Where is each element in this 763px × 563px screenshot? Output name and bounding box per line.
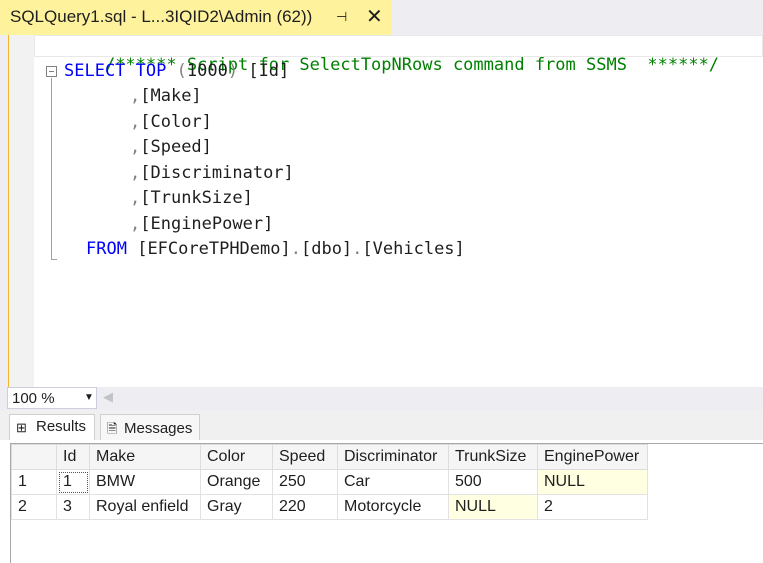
cell-id[interactable]: 3 bbox=[56, 494, 90, 520]
zoom-value: 100 % bbox=[12, 390, 55, 407]
editor-left-margin bbox=[0, 35, 8, 387]
fold-guide bbox=[51, 78, 52, 260]
code-line-column: ,[TrunkSize] bbox=[130, 188, 253, 208]
cell-enginepower[interactable]: NULL bbox=[537, 469, 648, 495]
keyword-top: TOP bbox=[135, 61, 167, 81]
editor-gutter bbox=[9, 35, 34, 387]
grid-icon: ⊞ bbox=[16, 420, 27, 435]
document-tab-bar: SQLQuery1.sql - L...3IQID2\Admin (62)) ⊣… bbox=[0, 0, 763, 35]
table-name: [Vehicles] bbox=[362, 239, 465, 259]
query-tab-title[interactable]: SQLQuery1.sql - L...3IQID2\Admin (62)) bbox=[10, 7, 312, 27]
cell-trunksize[interactable]: 500 bbox=[448, 469, 538, 495]
dot: . bbox=[352, 239, 363, 259]
cell-make[interactable]: BMW bbox=[89, 469, 201, 495]
code-line-column: ,[Speed] bbox=[130, 137, 212, 157]
paren-open: ( bbox=[176, 61, 187, 81]
column-name: [Color] bbox=[140, 112, 212, 132]
comma: , bbox=[130, 112, 141, 132]
tab-messages[interactable]: 🗎 Messages bbox=[100, 414, 200, 440]
cell-id[interactable]: 1 bbox=[56, 469, 90, 495]
comma: , bbox=[130, 188, 141, 208]
code-line-select: SELECT TOP (1000) [Id] bbox=[64, 61, 289, 81]
tab-results[interactable]: ⊞ Results bbox=[9, 414, 95, 440]
code-line-column: ,[Discriminator] bbox=[130, 163, 294, 183]
cell-enginepower[interactable]: 2 bbox=[537, 494, 648, 520]
column-header-enginepower[interactable]: EnginePower bbox=[537, 444, 648, 470]
cell-discriminator[interactable]: Motorcycle bbox=[337, 494, 449, 520]
cell-speed[interactable]: 250 bbox=[272, 469, 338, 495]
editor-status-bar bbox=[0, 387, 763, 410]
code-line-column: ,[Make] bbox=[130, 86, 202, 106]
grid-header-row: Id Make Color Speed Discriminator TrunkS… bbox=[11, 444, 648, 470]
column-header-make[interactable]: Make bbox=[89, 444, 201, 470]
scroll-left-icon[interactable]: ◀ bbox=[103, 389, 113, 405]
code-line-column: ,[EnginePower] bbox=[130, 214, 273, 234]
fold-guide-end bbox=[51, 259, 57, 260]
column-name: [EnginePower] bbox=[140, 214, 274, 234]
column-header-discriminator[interactable]: Discriminator bbox=[337, 444, 449, 470]
cell-color[interactable]: Orange bbox=[200, 469, 273, 495]
paren-close: ) bbox=[227, 61, 239, 81]
comma: , bbox=[130, 163, 141, 183]
row-number[interactable]: 2 bbox=[11, 494, 57, 520]
cell-discriminator[interactable]: Car bbox=[337, 469, 449, 495]
comma: , bbox=[130, 214, 141, 234]
column-header-id[interactable]: Id bbox=[56, 444, 90, 470]
column-header-speed[interactable]: Speed bbox=[272, 444, 338, 470]
tab-messages-label: Messages bbox=[124, 420, 193, 437]
column-name: [TrunkSize] bbox=[140, 188, 253, 208]
column-id: [Id] bbox=[238, 61, 290, 81]
messages-icon: 🗎 bbox=[107, 421, 118, 436]
query-tab[interactable]: SQLQuery1.sql - L...3IQID2\Admin (62)) ⊣… bbox=[0, 0, 392, 35]
column-name: [Make] bbox=[140, 86, 202, 106]
pin-icon[interactable]: ⊣ bbox=[336, 9, 347, 25]
cell-color[interactable]: Gray bbox=[200, 494, 273, 520]
table-row[interactable]: 1 1 BMW Orange 250 Car 500 NULL bbox=[11, 469, 648, 495]
dot: . bbox=[290, 239, 301, 259]
comma: , bbox=[130, 137, 141, 157]
row-number[interactable]: 1 bbox=[11, 469, 57, 495]
collapse-icon[interactable] bbox=[46, 66, 57, 77]
close-icon[interactable]: ✕ bbox=[366, 4, 383, 29]
row-number-header[interactable] bbox=[11, 444, 57, 470]
results-grid[interactable]: Id Make Color Speed Discriminator TrunkS… bbox=[11, 444, 648, 520]
database-name: [EFCoreTPHDemo] bbox=[137, 239, 291, 259]
cell-make[interactable]: Royal enfield bbox=[89, 494, 201, 520]
schema-name: [dbo] bbox=[300, 239, 353, 259]
keyword-select: SELECT bbox=[64, 61, 126, 81]
column-header-color[interactable]: Color bbox=[200, 444, 273, 470]
comma: , bbox=[130, 86, 141, 106]
code-line-column: ,[Color] bbox=[130, 112, 212, 132]
column-header-trunksize[interactable]: TrunkSize bbox=[448, 444, 538, 470]
top-count: 1000 bbox=[186, 61, 228, 81]
column-name: [Discriminator] bbox=[140, 163, 294, 183]
zoom-dropdown[interactable]: 100 % ▼ bbox=[7, 387, 97, 409]
keyword-from: FROM bbox=[86, 239, 127, 259]
table-row[interactable]: 2 3 Royal enfield Gray 220 Motorcycle NU… bbox=[11, 494, 648, 520]
code-line-from: FROM [EFCoreTPHDemo].[dbo].[Vehicles] bbox=[86, 239, 465, 259]
cell-speed[interactable]: 220 bbox=[272, 494, 338, 520]
dropdown-arrow-icon[interactable]: ▼ bbox=[84, 392, 94, 403]
tab-results-label: Results bbox=[36, 418, 87, 435]
column-name: [Speed] bbox=[140, 137, 212, 157]
cell-trunksize[interactable]: NULL bbox=[448, 494, 538, 520]
